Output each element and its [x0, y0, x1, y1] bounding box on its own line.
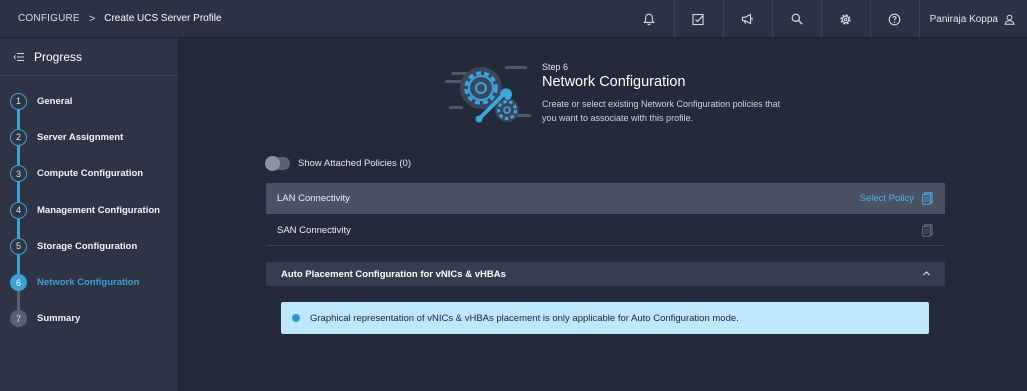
info-message: Graphical representation of vNICs & vHBA… — [310, 312, 739, 324]
step-number: 5 — [10, 237, 27, 255]
collapse-list-icon[interactable] — [13, 52, 25, 62]
step-number: 6 — [10, 274, 27, 292]
policy-name: SAN Connectivity — [277, 224, 351, 236]
checklist-icon — [692, 13, 704, 25]
step-server-assignment[interactable]: 2 Server Assignment — [0, 119, 178, 155]
step-label: General — [37, 95, 73, 107]
step-label: Server Assignment — [37, 131, 124, 143]
step-label: Management Configuration — [37, 204, 160, 216]
step-label: Compute Configuration — [37, 168, 144, 180]
step-label: Summary — [37, 313, 81, 325]
policy-row-san-connectivity[interactable]: SAN Connectivity — [266, 215, 945, 246]
help-icon — [888, 13, 901, 25]
breadcrumb: CONFIGURE > Create UCS Server Profile — [0, 13, 222, 25]
top-bar: CONFIGURE > Create UCS Server Profile Pa… — [0, 0, 1027, 38]
policy-actions: Select Policy — [860, 192, 933, 205]
info-banner: Graphical representation of vNICs & vHBA… — [281, 302, 929, 334]
step-description: Create or select existing Network Config… — [542, 99, 781, 123]
show-attached-policies-row: Show Attached Policies (0) — [265, 156, 412, 171]
search-icon — [791, 13, 803, 25]
show-attached-policies-toggle[interactable] — [265, 156, 290, 171]
step-number-label: Step 6 — [542, 62, 569, 72]
policy-document-icon[interactable] — [922, 192, 933, 205]
step-summary[interactable]: 7 Summary — [0, 301, 178, 337]
policy-name: LAN Connectivity — [277, 193, 350, 204]
chevron-up-icon[interactable] — [922, 269, 931, 278]
step-management-configuration[interactable]: 4 Management Configuration — [0, 192, 178, 228]
toggle-knob — [265, 156, 280, 171]
toggle-label: Show Attached Policies (0) — [298, 158, 412, 169]
user-menu[interactable]: Paniraja Koppa — [918, 0, 1027, 38]
progress-sidebar: Progress 1 General 2 Server Assignment 3… — [0, 38, 179, 391]
policy-document-icon — [922, 223, 933, 237]
policy-actions — [922, 223, 933, 237]
breadcrumb-separator: > — [88, 12, 96, 25]
step-storage-configuration[interactable]: 5 Storage Configuration — [0, 228, 178, 264]
sidebar-title: Progress — [34, 49, 83, 64]
header-actions: Paniraja Koppa — [625, 0, 1027, 38]
main-content: Step 6 Network Configuration Create or s… — [180, 38, 1027, 391]
announcements-button[interactable] — [722, 0, 772, 38]
bell-icon — [643, 13, 655, 25]
gear-icon — [840, 13, 851, 25]
step-number: 2 — [10, 128, 27, 146]
step-number: 3 — [10, 165, 27, 183]
tasks-button[interactable] — [673, 0, 723, 38]
sidebar-header: Progress — [0, 38, 178, 76]
megaphone-icon — [742, 13, 753, 25]
step-network-configuration[interactable]: 6 Network Configuration — [0, 264, 178, 300]
policy-row-lan-connectivity[interactable]: LAN Connectivity Select Policy — [266, 183, 945, 214]
select-policy-link[interactable]: Select Policy — [860, 193, 914, 204]
progress-steps: 1 General 2 Server Assignment 3 Compute … — [0, 76, 178, 337]
network-configuration-gears-icon — [445, 66, 531, 123]
step-title: Network Configuration — [542, 74, 686, 90]
step-number: 4 — [10, 201, 27, 219]
step-general[interactable]: 1 General — [0, 83, 178, 119]
help-button[interactable] — [869, 0, 919, 38]
notifications-button[interactable] — [625, 0, 674, 38]
info-icon — [292, 314, 300, 322]
user-name: Paniraja Koppa — [929, 13, 998, 25]
section-title: Auto Placement Configuration for vNICs &… — [281, 268, 506, 280]
step-number: 1 — [10, 92, 27, 110]
search-button[interactable] — [771, 0, 821, 38]
settings-button[interactable] — [820, 0, 870, 38]
user-icon — [1004, 14, 1015, 25]
auto-placement-section-header[interactable]: Auto Placement Configuration for vNICs &… — [266, 262, 945, 286]
step-number: 7 — [10, 310, 27, 328]
step-compute-configuration[interactable]: 3 Compute Configuration — [0, 156, 178, 192]
step-label: Network Configuration — [37, 277, 140, 289]
page-title: Create UCS Server Profile — [104, 13, 222, 24]
step-label: Storage Configuration — [37, 240, 138, 252]
breadcrumb-configure[interactable]: CONFIGURE — [18, 13, 80, 24]
